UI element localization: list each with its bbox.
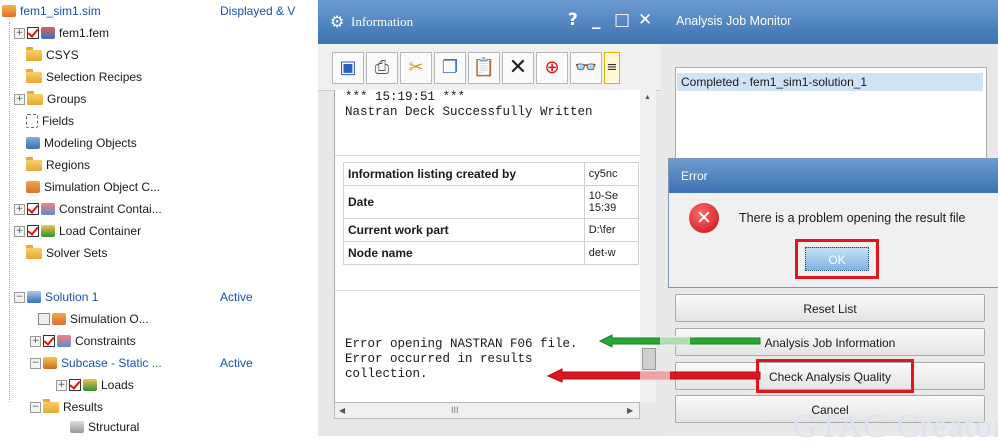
annotation-arrows	[546, 334, 761, 383]
watermark-text: GTAC Creator	[793, 408, 998, 445]
red-arrow	[546, 368, 761, 383]
green-arrow	[598, 334, 761, 348]
